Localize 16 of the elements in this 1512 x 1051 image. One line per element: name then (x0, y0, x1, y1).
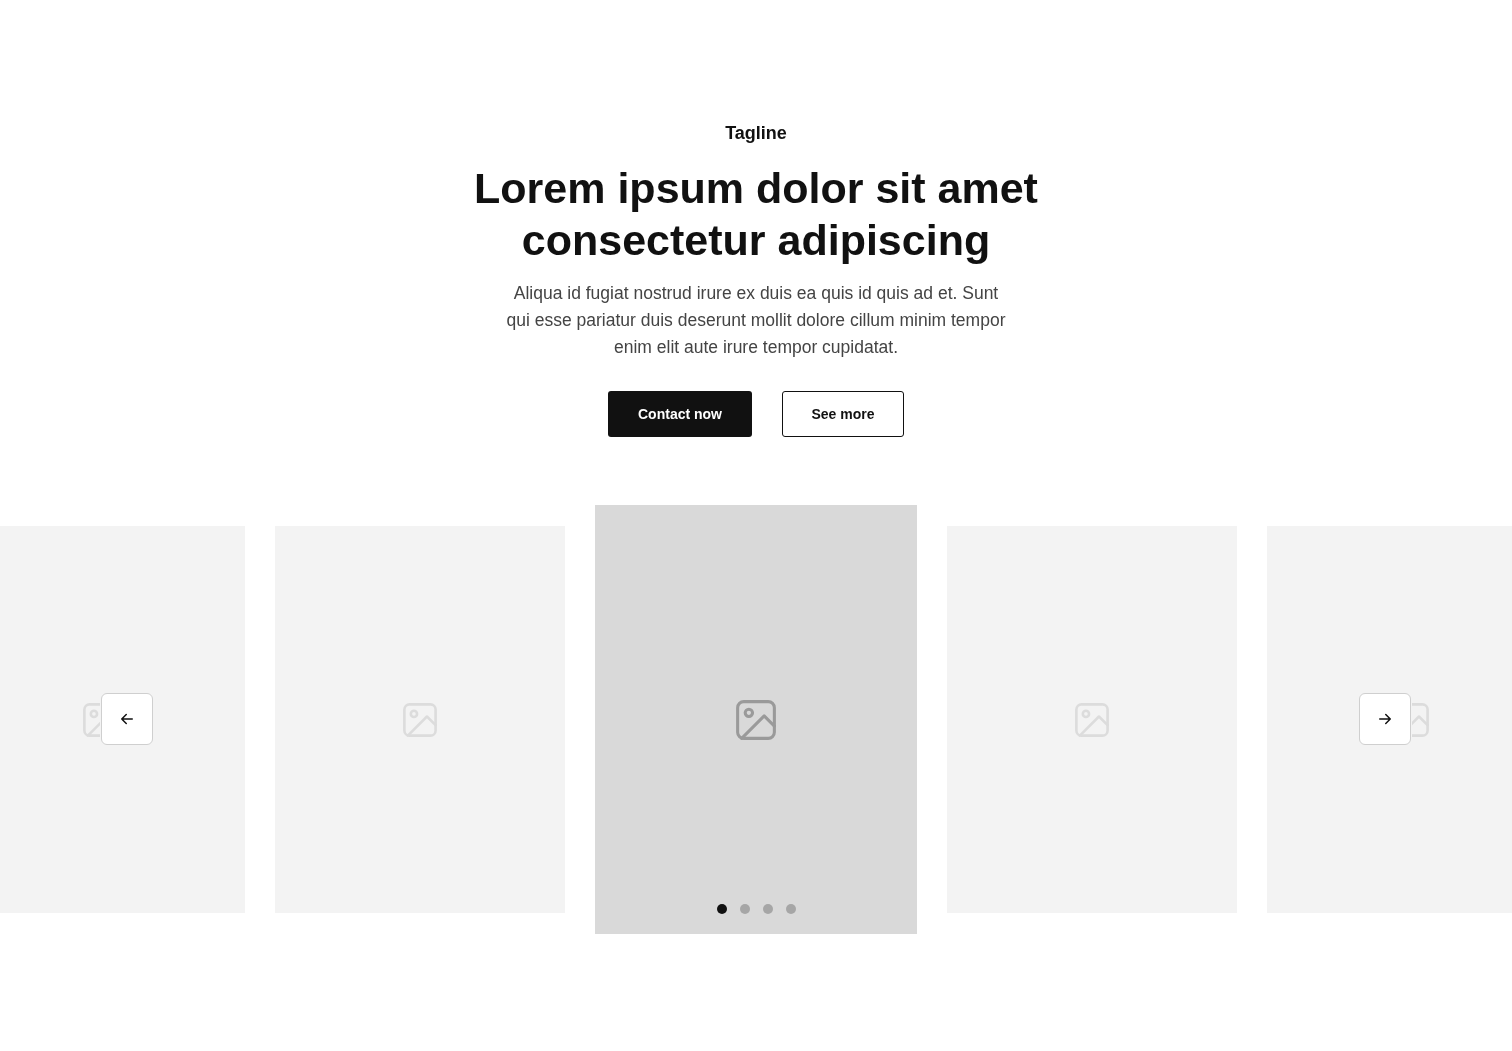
description: Aliqua id fugiat nostrud irure ex duis ea quis id quis ad et. Sunt qui esse pariatur duis deserunt mollit dolore cillum minim tempor enim elit aute irure tempor cupidatat. (506, 282, 1006, 359)
image-icon (1412, 702, 1429, 737)
tagline: Tagline (725, 122, 787, 144)
slide-dot[interactable] (716, 904, 727, 914)
slide-dot[interactable] (762, 904, 773, 914)
more-button[interactable]: See more (782, 391, 904, 437)
contact-button[interactable]: Contact now (608, 391, 752, 437)
image-icon (1075, 702, 1109, 737)
image-icon (403, 702, 437, 737)
image-icon (83, 702, 100, 737)
image-icon (736, 699, 776, 740)
slide-dot[interactable] (739, 904, 750, 914)
slide-dot[interactable] (785, 904, 796, 914)
heading: Lorem ipsum dolor sit amet consectetur adipiscing (473, 163, 1039, 266)
next-button[interactable] (1359, 693, 1411, 745)
previous-button[interactable] (101, 693, 153, 745)
